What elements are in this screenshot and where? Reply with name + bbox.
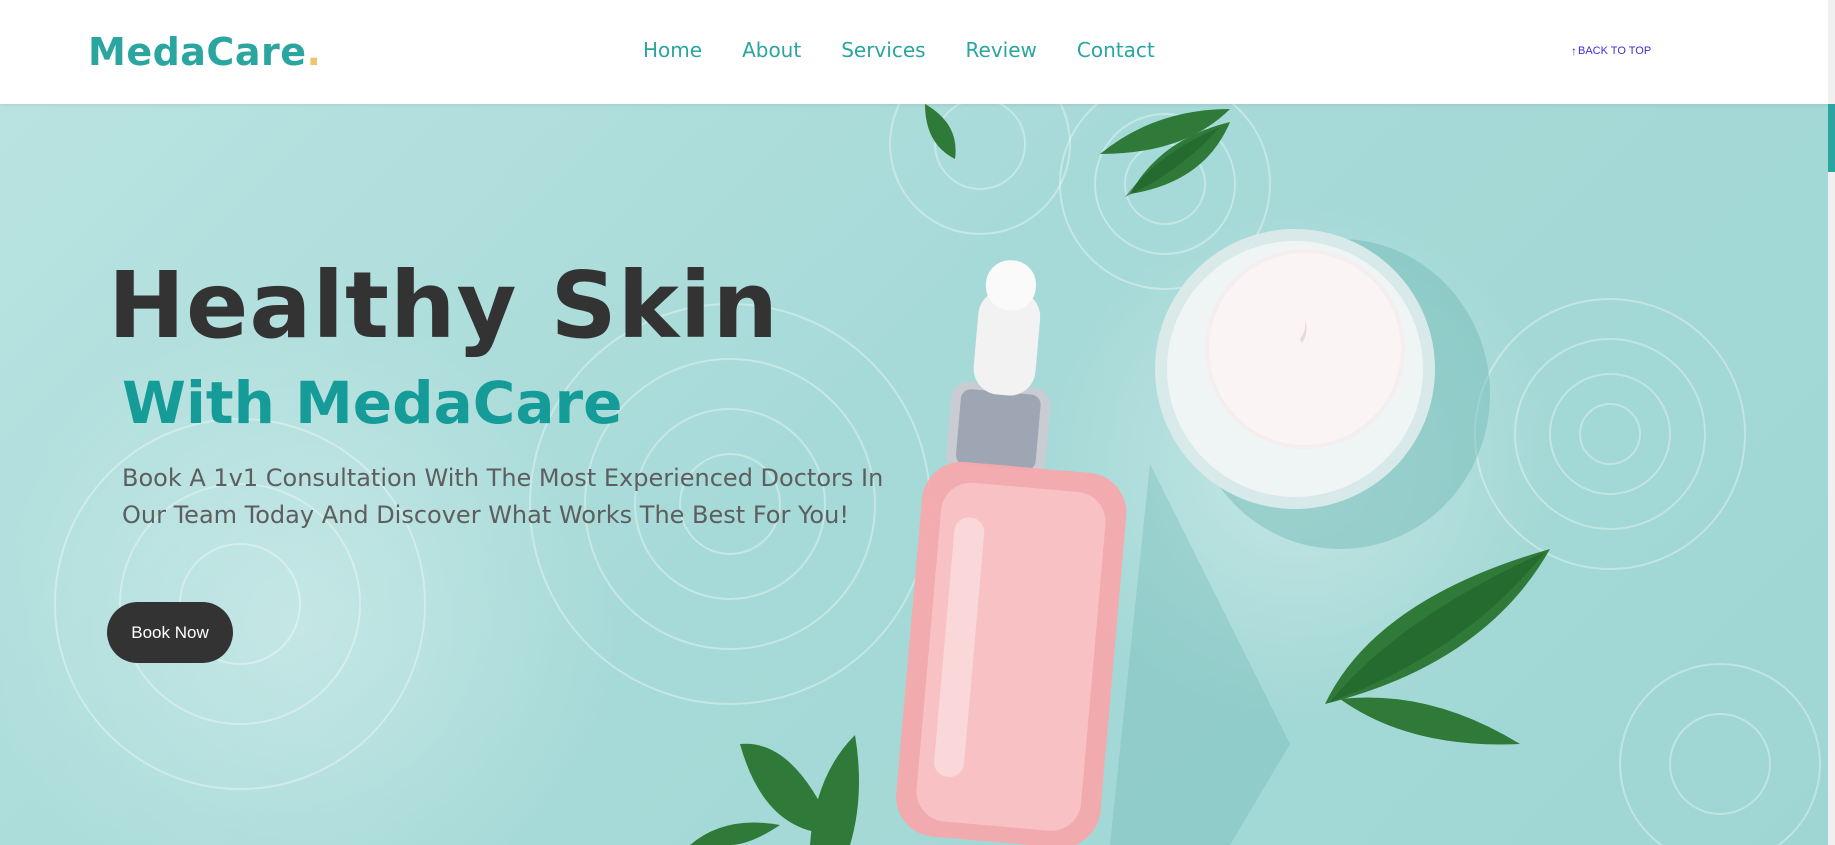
logo-text: MedaCare	[88, 30, 307, 74]
logo[interactable]: MedaCare.	[88, 30, 321, 74]
nav-home-link[interactable]: Home	[643, 38, 702, 62]
nav-services-link[interactable]: Services	[841, 38, 925, 62]
logo-dot: .	[306, 30, 322, 74]
main-nav: Home About Services Review Contact	[643, 38, 1195, 62]
nav-about-link[interactable]: About	[742, 38, 801, 62]
back-to-top-label: BACK TO TOP	[1578, 45, 1652, 57]
site-header: MedaCare. Home About Services Review Con…	[0, 0, 1835, 104]
back-to-top-link[interactable]: ↑ BACK TO TOP	[1571, 44, 1651, 58]
nav-contact-link[interactable]: Contact	[1077, 38, 1155, 62]
hero-subtitle: With MedaCare	[122, 369, 623, 437]
book-now-button[interactable]: Book Now	[107, 602, 233, 663]
scrollbar-thumb[interactable]	[1828, 104, 1835, 172]
hero-section: Healthy Skin With MedaCare Book A 1v1 Co…	[0, 104, 1828, 845]
nav-review-link[interactable]: Review	[966, 38, 1037, 62]
hero-description: Book A 1v1 Consultation With The Most Ex…	[122, 464, 884, 529]
arrow-up-icon: ↑	[1571, 44, 1577, 58]
page-scrollbar[interactable]	[1828, 0, 1835, 845]
hero-title: Healthy Skin	[108, 252, 779, 359]
